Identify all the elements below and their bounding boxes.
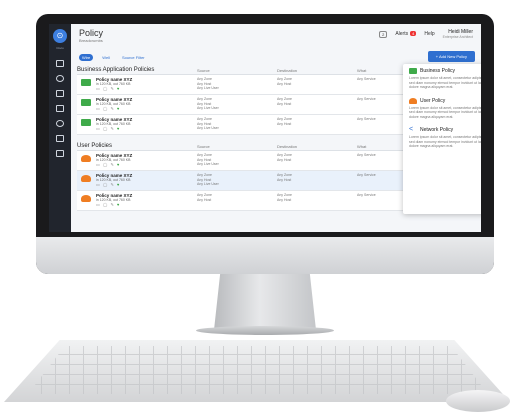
row-action-icons: ▭ ◯ ✎ ♥ [96,126,121,131]
row-action-icons: ▭ ◯ ✎ ♥ [96,86,121,91]
help-menu[interactable]: Help [424,31,434,37]
monitor-stand [214,274,316,330]
alerts-label: Alerts [395,31,409,37]
topbar: Policy Breadcrumbs 2 Alerts 4 Help Heidi … [71,24,481,46]
sidebar: ⊙ Cisco [49,24,71,232]
row-action-icons: ▭ ◯ ✎ ♥ [96,106,121,111]
source-cell: Any Zone Any Host [197,193,212,202]
top-right-controls: 2 Alerts 4 Help Heidi Miller Enterprise A… [379,29,473,39]
row-action-icons: ▭ ◯ ✎ ♥ [96,182,121,187]
menu-item-title: User Policy [420,97,446,104]
computer-icon [409,68,417,74]
user-icon [81,155,91,162]
column-source[interactable]: Source [197,68,277,73]
add-policy-menu: Business Policy Lorem ipsum dolor sit am… [403,64,481,214]
user-icon [81,175,91,182]
destination-cell: Any Zone Any Host [277,97,292,106]
column-destination[interactable]: Destination [277,144,357,149]
row-action-icons: ▭ ◯ ✎ ♥ [96,162,121,167]
filter-chip-well[interactable]: Well [99,54,113,61]
app-logo-icon[interactable]: ⊙ [53,29,67,43]
user-icon [409,97,417,104]
destination-cell: Any Zone Any Host [277,193,292,202]
destination-cell: Any Zone Any Host [277,77,292,86]
section-title: Business Application Policies [77,67,155,73]
menu-item-business-policy[interactable]: Business Policy Lorem ipsum dolor sit am… [409,68,481,90]
menu-item-description: Lorem ipsum dolor sit amet, consectetur … [409,135,481,148]
filter-source[interactable]: Source Filter [119,54,148,61]
alerts-link[interactable]: Alerts 4 [395,31,417,37]
section-title: User Policies [77,143,113,149]
share-icon: < [409,126,414,133]
notification-count[interactable]: 2 [379,30,388,38]
sidebar-server-icon[interactable] [56,150,64,157]
keyboard-keys [28,346,488,394]
computer-icon [81,99,91,106]
source-cell: Any Zone Any Host Any Live User [197,77,219,90]
menu-item-title: Network Policy [420,127,454,133]
menu-item-description: Lorem ipsum dolor sit amet, consectetur … [409,76,481,89]
sidebar-shield-icon[interactable] [56,75,64,82]
alerts-badge: 4 [410,31,417,36]
row-action-icons: ▭ ◯ ✎ ♥ [96,202,121,207]
source-cell: Any Zone Any Host Any Live User [197,173,219,186]
destination-cell: Any Zone Any Host [277,173,292,182]
column-destination[interactable]: Destination [277,68,357,73]
menu-item-network-policy[interactable]: < Network Policy Lorem ipsum dolor sit am… [409,126,481,149]
filter-bar: Wire Well Source Filter [79,54,148,61]
what-cell: Any Service [357,173,376,177]
sidebar-message-icon[interactable] [56,135,64,142]
logo-label: Cisco [56,46,64,50]
destination-cell: Any Zone Any Host [277,117,292,126]
user-role: Enterprise Architect [442,35,473,39]
menu-item-title: Business Policy [420,68,456,74]
what-cell: Any Service [357,193,376,197]
filter-chip-wire[interactable]: Wire [79,54,94,61]
computer-icon [81,79,91,86]
source-cell: Any Zone Any Host Any Live User [197,117,219,130]
destination-cell: Any Zone Any Host [277,153,292,162]
column-source[interactable]: Source [197,144,277,149]
user-menu[interactable]: Heidi Miller Enterprise Architect [443,29,473,39]
mouse [446,390,510,412]
page-title: Policy [79,28,104,38]
sidebar-location-icon[interactable] [56,105,64,112]
monitor-chin [36,237,494,274]
source-cell: Any Zone Any Host Any Live User [197,153,219,166]
sidebar-gear-icon[interactable] [56,120,64,127]
computer-icon [81,119,91,126]
monitor-base [196,326,334,335]
user-icon [81,195,91,202]
menu-item-description: Lorem ipsum dolor sit amet, consectetur … [409,105,481,119]
sidebar-dashboard-icon[interactable] [56,60,64,67]
screen: ⊙ Cisco Policy Breadcrumbs 2 Alerts 4 Hel… [49,24,481,232]
breadcrumb[interactable]: Breadcrumbs [79,38,103,43]
add-new-policy-button[interactable]: + Add New Policy [427,51,475,62]
sidebar-document-icon[interactable] [56,90,64,97]
menu-item-user-policy[interactable]: User Policy Lorem ipsum dolor sit amet, … [409,97,481,120]
source-cell: Any Zone Any Host Any Live User [197,97,219,110]
